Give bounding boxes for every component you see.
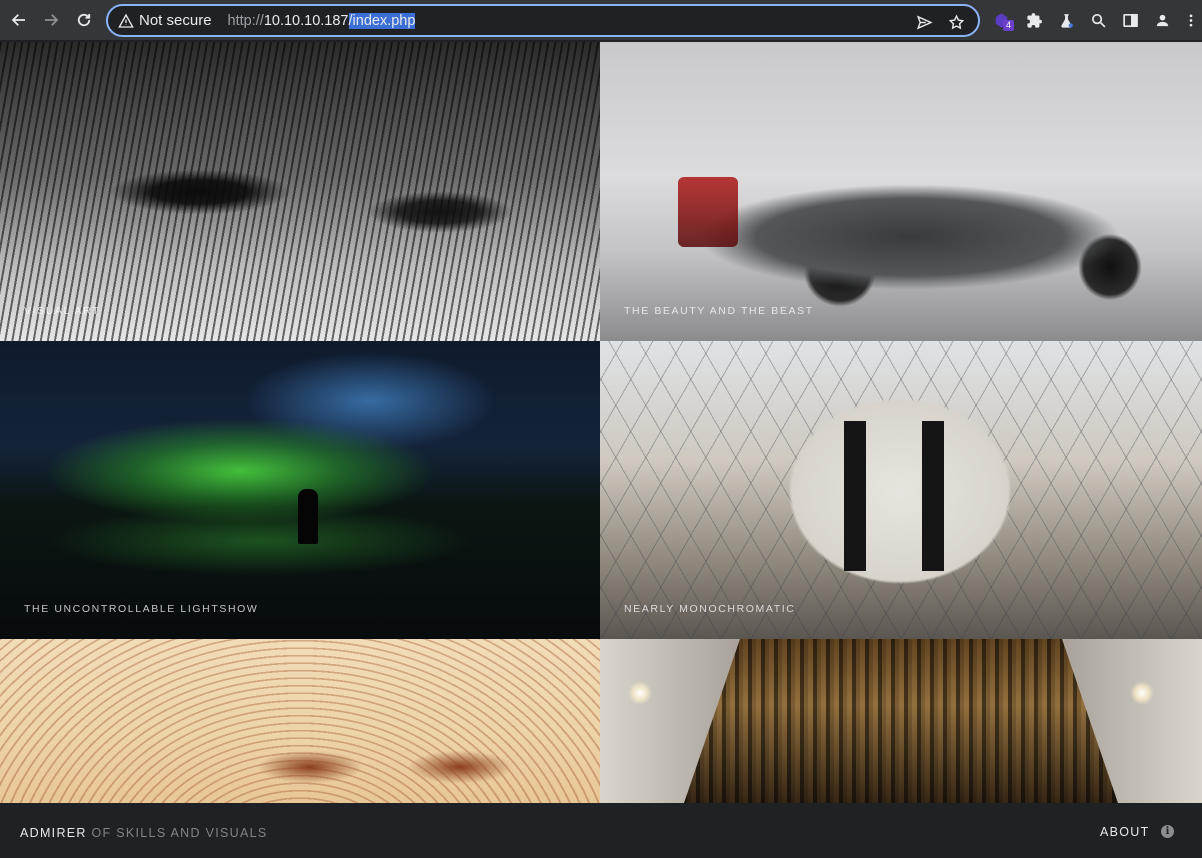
- reload-icon: [77, 13, 91, 27]
- brand-tagline: OF SKILLS AND VISUALS: [91, 826, 268, 840]
- back-button[interactable]: [3, 4, 35, 36]
- flask-extension-icon[interactable]: [1055, 9, 1077, 31]
- forward-arrow-icon: [45, 14, 59, 26]
- tile-label: THE BEAUTY AND THE BEAST: [624, 305, 814, 317]
- kebab-menu-icon[interactable]: [1183, 9, 1199, 31]
- url-host: 10.10.10.187: [263, 12, 349, 29]
- tile-label: NEARLY MONOCHROMATIC: [624, 603, 796, 615]
- about-link[interactable]: ABOUT: [1100, 825, 1150, 839]
- url-scheme: http://: [227, 12, 264, 29]
- arch-right: [1062, 639, 1202, 803]
- arch-left: [600, 639, 740, 803]
- forward-button[interactable]: [35, 4, 67, 36]
- url-text[interactable]: http://10.10.10.187/index.php: [227, 12, 416, 29]
- url-path: /index.php: [348, 12, 416, 29]
- brand-name: ADMIRER: [20, 826, 87, 840]
- ceiling-light: [1130, 681, 1154, 705]
- museum-banner: [922, 421, 944, 571]
- site-footer: ADMIRER OF SKILLS AND VISUALS ABOUT i: [0, 803, 1202, 858]
- send-tab-icon[interactable]: [914, 12, 934, 32]
- info-icon[interactable]: i: [1161, 825, 1174, 838]
- car-taillight-shape: [678, 177, 738, 247]
- hexagon-extension-icon[interactable]: 4: [990, 9, 1014, 31]
- gallery-tile-visual-art[interactable]: VISUAL ART: [0, 42, 600, 341]
- gallery-tile-organ-pipes[interactable]: [600, 639, 1202, 803]
- profile-icon[interactable]: [1151, 9, 1173, 31]
- side-panel-icon[interactable]: [1119, 9, 1141, 31]
- browser-toolbar: Not secure http://10.10.10.187/index.php…: [0, 0, 1202, 41]
- reload-button[interactable]: [68, 4, 100, 36]
- bookmark-star-icon[interactable]: [946, 12, 966, 32]
- security-indicator[interactable]: Not secure: [114, 8, 220, 33]
- puzzle-extensions-icon[interactable]: [1023, 9, 1045, 31]
- museum-banner: [844, 421, 866, 571]
- person-silhouette: [298, 489, 318, 544]
- gallery-tile-beauty-and-beast[interactable]: THE BEAUTY AND THE BEAST: [600, 42, 1202, 341]
- back-arrow-icon: [11, 14, 25, 26]
- tile-label: VISUAL ART: [24, 305, 101, 317]
- extension-badge: 4: [1003, 20, 1014, 31]
- gallery-grid: VISUAL ART THE BEAUTY AND THE BEAST THE …: [0, 42, 1202, 803]
- ceiling-light: [628, 681, 652, 705]
- gallery-tile-sketch-portrait[interactable]: [0, 639, 600, 803]
- gallery-tile-lightshow[interactable]: THE UNCONTROLLABLE LIGHTSHOW: [0, 341, 600, 639]
- search-icon[interactable]: [1087, 9, 1109, 31]
- tile-label: THE UNCONTROLLABLE LIGHTSHOW: [24, 603, 259, 615]
- gallery-tile-monochromatic[interactable]: NEARLY MONOCHROMATIC: [600, 341, 1202, 639]
- warning-triangle-icon: [118, 13, 134, 28]
- address-bar[interactable]: Not secure http://10.10.10.187/index.php: [106, 4, 980, 37]
- site-brand[interactable]: ADMIRER OF SKILLS AND VISUALS: [20, 826, 268, 840]
- security-label: Not secure: [139, 12, 212, 29]
